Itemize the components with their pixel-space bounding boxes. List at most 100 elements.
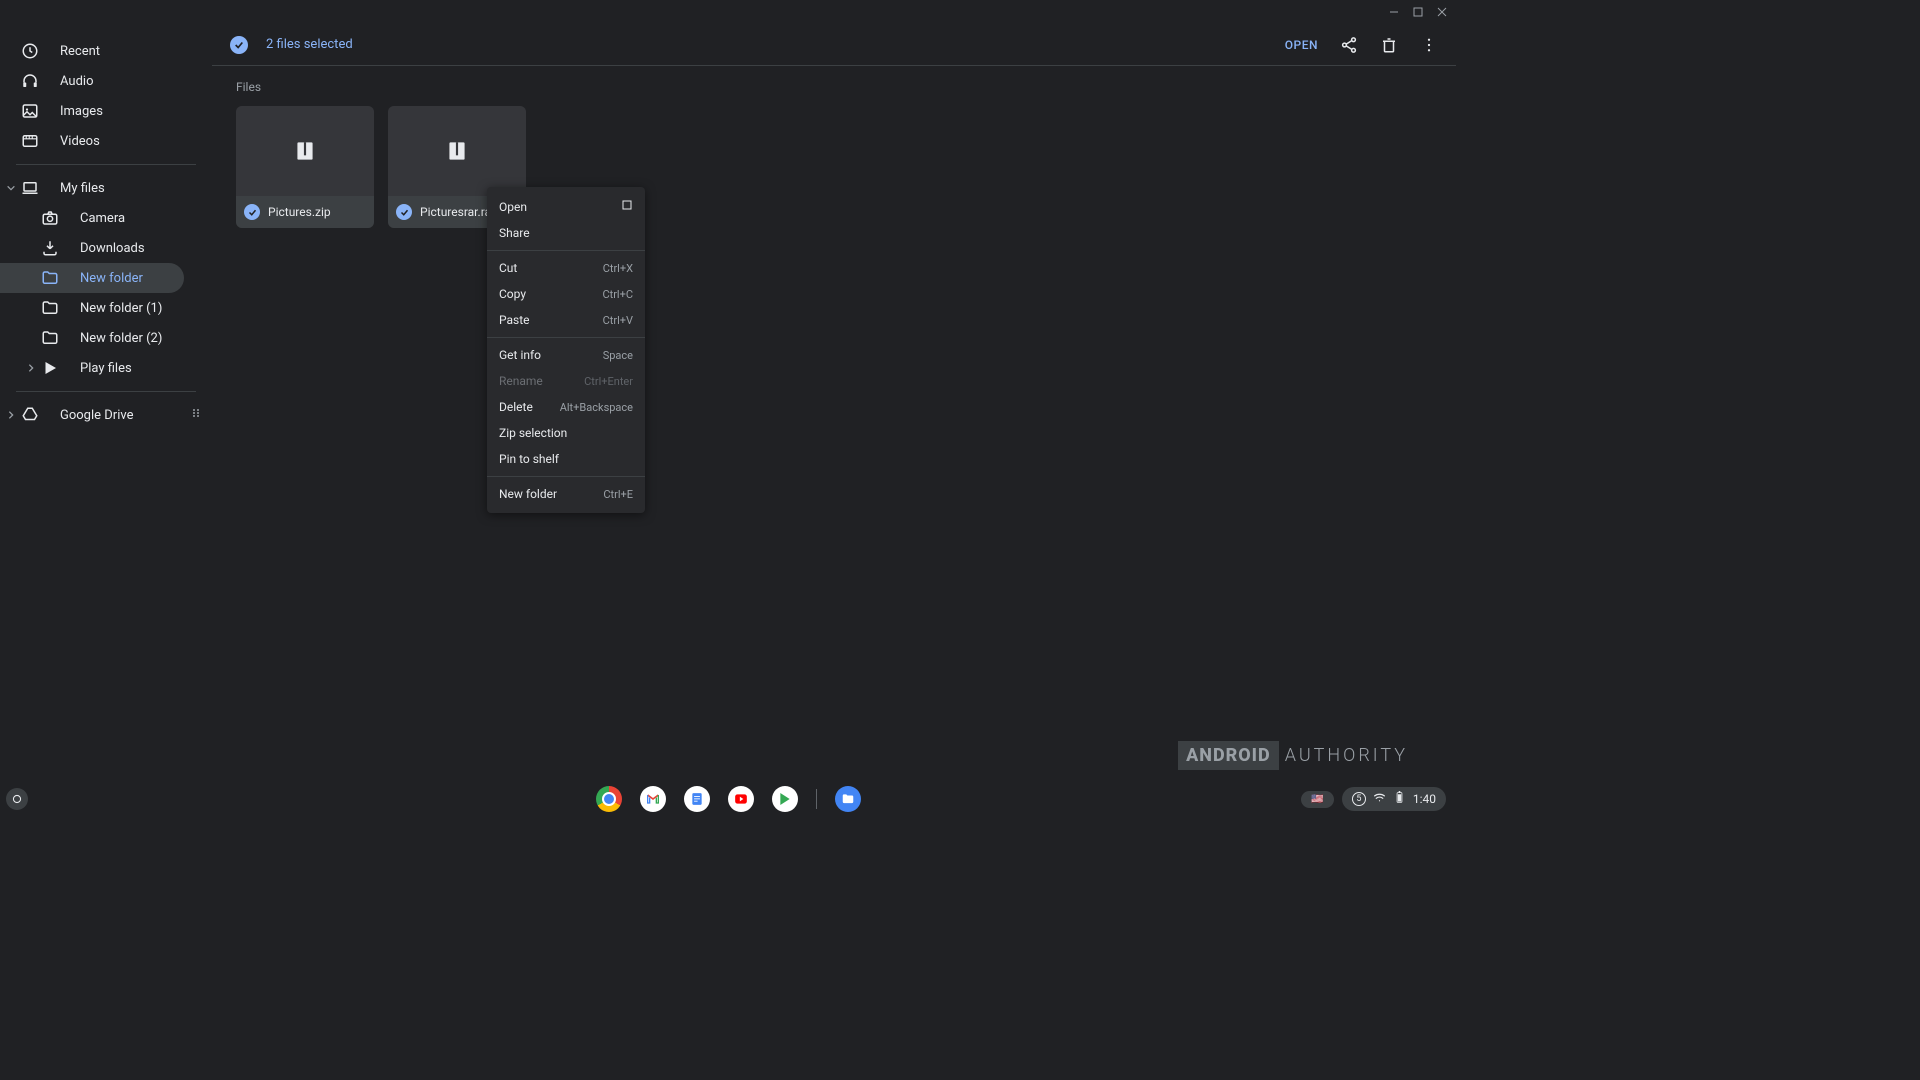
sidebar-item-myfiles[interactable]: My files	[0, 173, 184, 203]
menu-label: Zip selection	[499, 426, 567, 440]
menu-divider	[487, 337, 645, 338]
sidebar: Recent Audio Images Videos My files Came…	[0, 24, 212, 782]
chevron-right-icon[interactable]	[4, 408, 18, 422]
docs-app-icon[interactable]	[684, 786, 710, 812]
check-icon	[396, 204, 412, 220]
laptop-icon	[20, 178, 40, 198]
playstore-app-icon[interactable]	[772, 786, 798, 812]
folder-icon	[40, 298, 60, 318]
file-name: Picturesrar.rar	[420, 205, 495, 219]
downloads-icon	[40, 238, 60, 258]
file-name: Pictures.zip	[268, 205, 331, 219]
more-vert-icon[interactable]	[1420, 36, 1438, 54]
sidebar-item-label: Videos	[60, 134, 100, 149]
shelf-status: 🇺🇸 5 1:40	[1301, 787, 1446, 811]
status-tray[interactable]: 5 1:40	[1342, 787, 1446, 811]
selection-check-icon[interactable]	[230, 36, 248, 54]
menu-item-pin[interactable]: Pin to shelf	[487, 446, 645, 472]
sidebar-item-newfolder2[interactable]: New folder (2)	[0, 323, 184, 353]
sidebar-item-googledrive[interactable]: Google Drive	[0, 400, 184, 430]
watermark: ANDROID AUTHORITY	[1178, 741, 1408, 770]
selection-count-text: 2 files selected	[266, 37, 1267, 52]
delete-icon[interactable]	[1380, 36, 1398, 54]
sidebar-item-videos[interactable]: Videos	[0, 126, 184, 156]
wifi-icon	[1373, 791, 1386, 807]
minimize-icon[interactable]	[1388, 3, 1400, 22]
shelf: 🇺🇸 5 1:40	[0, 782, 1456, 816]
sidebar-item-recent[interactable]: Recent	[0, 36, 184, 66]
menu-label: Pin to shelf	[499, 452, 559, 466]
sidebar-item-label: Recent	[60, 44, 100, 59]
sidebar-item-label: Google Drive	[60, 408, 133, 423]
files-grid: Pictures.zip Picturesrar.rar	[236, 106, 1432, 228]
image-icon	[20, 101, 40, 121]
menu-item-rename: Rename Ctrl+Enter	[487, 368, 645, 394]
menu-divider	[487, 250, 645, 251]
menu-item-delete[interactable]: Delete Alt+Backspace	[487, 394, 645, 420]
watermark-box: ANDROID	[1178, 741, 1279, 770]
menu-shortcut: Ctrl+E	[603, 488, 633, 501]
clock-time: 1:40	[1413, 792, 1436, 806]
menu-label: Delete	[499, 400, 533, 414]
movie-icon	[20, 131, 40, 151]
youtube-app-icon[interactable]	[728, 786, 754, 812]
sidebar-item-playfiles[interactable]: Play files	[0, 353, 184, 383]
folder-icon	[40, 328, 60, 348]
gmail-app-icon[interactable]	[640, 786, 666, 812]
menu-item-open[interactable]: Open	[487, 193, 645, 220]
chrome-app-icon[interactable]	[596, 786, 622, 812]
sidebar-item-camera[interactable]: Camera	[0, 203, 184, 233]
close-icon[interactable]	[1436, 3, 1448, 22]
sidebar-item-label: New folder (1)	[80, 301, 162, 316]
open-external-icon	[621, 199, 633, 214]
sidebar-item-label: Play files	[80, 361, 132, 376]
menu-item-zip[interactable]: Zip selection	[487, 420, 645, 446]
sidebar-divider	[16, 164, 196, 165]
sidebar-item-label: Images	[60, 104, 103, 119]
menu-divider	[487, 476, 645, 477]
files-app-icon[interactable]	[835, 786, 861, 812]
menu-label: Open	[499, 200, 527, 214]
menu-label: Paste	[499, 313, 530, 327]
topbar: 2 files selected OPEN	[212, 24, 1456, 66]
sidebar-item-label: Downloads	[80, 241, 145, 256]
launcher-button[interactable]	[6, 788, 28, 810]
watermark-text: AUTHORITY	[1285, 745, 1408, 766]
chevron-down-icon[interactable]	[4, 181, 18, 195]
menu-item-share[interactable]: Share	[487, 220, 645, 246]
main-area: 2 files selected OPEN Files Pictures.zip	[212, 24, 1456, 782]
archive-icon	[388, 106, 526, 196]
file-tile[interactable]: Pictures.zip	[236, 106, 374, 228]
menu-item-paste[interactable]: Paste Ctrl+V	[487, 307, 645, 333]
menu-item-cut[interactable]: Cut Ctrl+X	[487, 255, 645, 281]
sidebar-item-label: My files	[60, 181, 105, 196]
menu-label: Copy	[499, 287, 526, 301]
menu-label: Rename	[499, 374, 543, 388]
menu-shortcut: Alt+Backspace	[560, 401, 633, 414]
sidebar-item-images[interactable]: Images	[0, 96, 184, 126]
headphones-icon	[20, 71, 40, 91]
menu-label: Get info	[499, 348, 541, 362]
maximize-icon[interactable]	[1412, 3, 1424, 22]
sidebar-item-label: New folder (2)	[80, 331, 162, 346]
sidebar-item-downloads[interactable]: Downloads	[0, 233, 184, 263]
sidebar-item-newfolder1[interactable]: New folder (1)	[0, 293, 184, 323]
open-button[interactable]: OPEN	[1285, 38, 1318, 52]
menu-item-newfolder[interactable]: New folder Ctrl+E	[487, 481, 645, 507]
drag-handle-icon[interactable]	[190, 407, 202, 423]
menu-shortcut: Ctrl+Enter	[584, 375, 633, 388]
share-icon[interactable]	[1340, 36, 1358, 54]
chevron-right-icon[interactable]	[24, 361, 38, 375]
menu-shortcut: Ctrl+V	[603, 314, 633, 327]
check-icon	[244, 204, 260, 220]
sidebar-item-label: Audio	[60, 74, 93, 89]
sidebar-item-newfolder[interactable]: New folder	[0, 263, 184, 293]
ime-indicator[interactable]: 🇺🇸	[1301, 791, 1333, 808]
sidebar-item-audio[interactable]: Audio	[0, 66, 184, 96]
window-titlebar	[0, 0, 1456, 24]
menu-item-getinfo[interactable]: Get info Space	[487, 342, 645, 368]
notification-count: 5	[1352, 792, 1366, 806]
menu-shortcut: Ctrl+X	[603, 262, 633, 275]
menu-item-copy[interactable]: Copy Ctrl+C	[487, 281, 645, 307]
camera-icon	[40, 208, 60, 228]
